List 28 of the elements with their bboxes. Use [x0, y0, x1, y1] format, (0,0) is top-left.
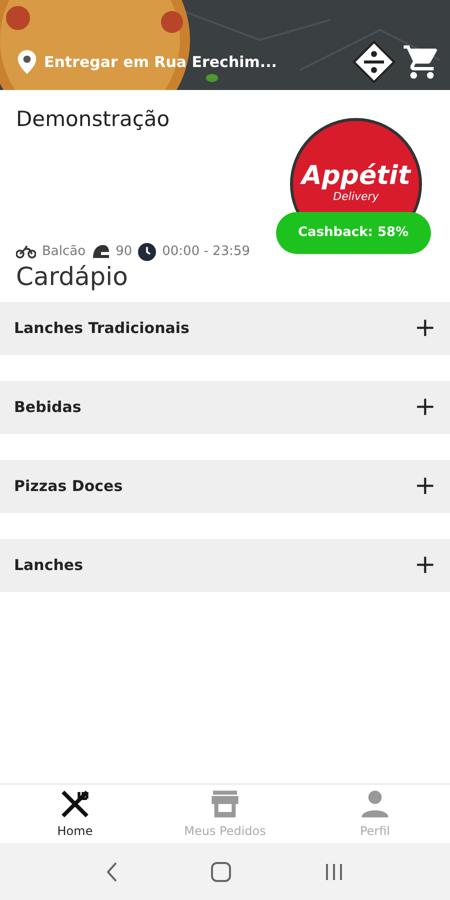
- home-icon[interactable]: [210, 860, 232, 882]
- expand-toggle[interactable]: +: [414, 394, 436, 420]
- opening-hours: 00:00 - 23:59: [162, 243, 250, 261]
- category-row[interactable]: Lanches Tradicionais +: [0, 302, 450, 354]
- category-label: Lanches Tradicionais: [14, 318, 190, 339]
- expand-toggle[interactable]: +: [414, 315, 436, 341]
- category-row[interactable]: Pizzas Doces +: [0, 460, 450, 512]
- category-row[interactable]: Bebidas +: [0, 380, 450, 434]
- location-pin-icon: [16, 49, 38, 75]
- motorcycle-icon: [16, 244, 36, 259]
- person-icon: [359, 788, 391, 820]
- cashback-badge: Cashback: 58%: [276, 212, 431, 254]
- ticket-icon[interactable]: [352, 40, 396, 84]
- delivery-mode: Balcão: [42, 243, 86, 261]
- clock-icon: [138, 242, 156, 261]
- store-icon: [209, 788, 241, 820]
- expand-toggle[interactable]: +: [414, 473, 436, 499]
- category-row[interactable]: Lanches +: [0, 538, 450, 592]
- category-label: Bebidas: [14, 396, 82, 418]
- back-icon[interactable]: [105, 860, 120, 882]
- category-label: Lanches: [14, 554, 84, 576]
- menu-title: Cardápio: [16, 262, 129, 292]
- category-label: Pizzas Doces: [14, 476, 123, 497]
- helmet-icon: [92, 244, 110, 260]
- delivery-time: 90: [116, 243, 132, 261]
- nav-tab[interactable]: Home: [0, 785, 150, 843]
- expand-toggle[interactable]: +: [414, 552, 436, 578]
- cutlery-icon: [59, 788, 91, 820]
